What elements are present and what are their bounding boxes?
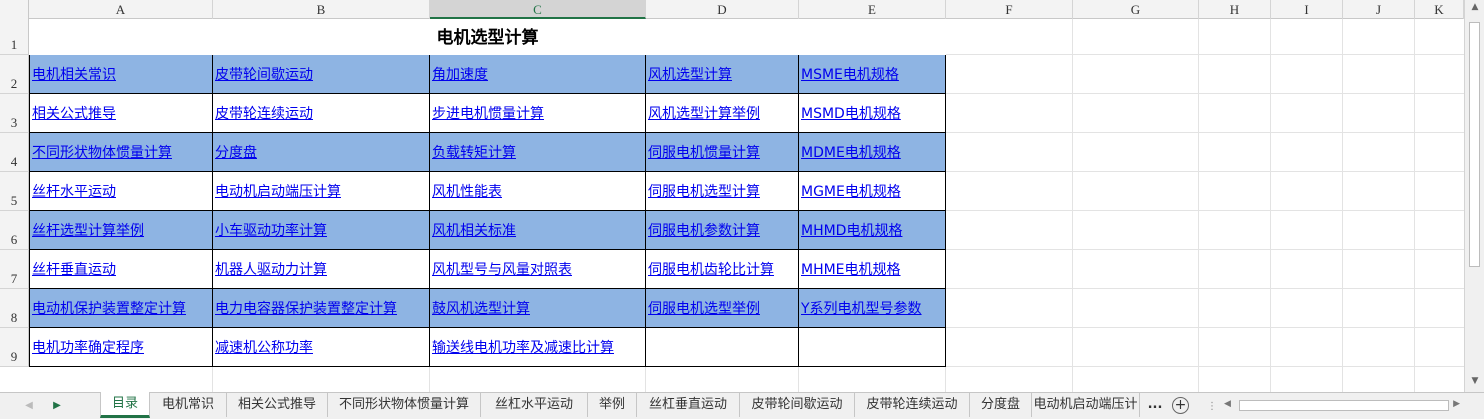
column-header-i[interactable]: I [1271,0,1343,19]
column-header-a[interactable]: A [29,0,213,19]
link-cell-d6[interactable]: 伺服电机参数计算 [646,211,799,250]
link-cell-c3[interactable]: 步进电机惯量计算 [430,94,646,133]
gridline [1198,19,1199,392]
link-cell-a9[interactable]: 电机功率确定程序 [29,328,213,367]
column-header-k[interactable]: K [1415,0,1464,19]
row-header-5[interactable]: 5 [0,172,29,211]
column-header-c[interactable]: C [430,0,646,19]
gridline [1270,19,1271,392]
column-header-g[interactable]: G [1073,0,1199,19]
link-cell-b8[interactable]: 电力电容器保护装置整定计算 [213,289,430,328]
sheet-tab-1[interactable]: 电机常识 [150,393,227,417]
sheet-title: 电机选型计算 [29,19,946,55]
row-header-2[interactable]: 2 [0,55,29,94]
sheet-tab-8[interactable]: 皮带轮连续运动 [855,393,970,417]
sheet-tab-6[interactable]: 丝杠垂直运动 [637,393,740,417]
sheet-tab-10[interactable]: 电动机启动端压计 [1032,393,1140,417]
row-header-4[interactable]: 4 [0,133,29,172]
link-cell-d2[interactable]: 风机选型计算 [646,55,799,94]
link-cell-a4[interactable]: 不同形状物体惯量计算 [29,133,213,172]
link-cell-c8[interactable]: 鼓风机选型计算 [430,289,646,328]
scroll-right-icon[interactable]: ▶ [1453,399,1460,409]
link-cell-d4[interactable]: 伺服电机惯量计算 [646,133,799,172]
link-cell-d9 [646,328,799,367]
horizontal-scrollbar[interactable]: ◀ ▶ [1222,397,1462,414]
column-header-b[interactable]: B [213,0,430,19]
sheet-tab-5[interactable]: 举例 [588,393,637,417]
link-cell-a7[interactable]: 丝杆垂直运动 [29,250,213,289]
link-cell-c5[interactable]: 风机性能表 [430,172,646,211]
row-header-3[interactable]: 3 [0,94,29,133]
link-cell-a5[interactable]: 丝杆水平运动 [29,172,213,211]
sheet-tab-7[interactable]: 皮带轮间歇运动 [740,393,855,417]
sheet-tab-bar: ◀ ▶ 目录 电机常识 相关公式推导 不同形状物体惯量计算 丝杠水平运动 举例 丝杠垂直运动… [0,392,1484,419]
column-header-j[interactable]: J [1343,0,1415,19]
link-cell-d3[interactable]: 风机选型计算举例 [646,94,799,133]
link-cell-e7[interactable]: MHME电机规格 [799,250,946,289]
row-header-8[interactable]: 8 [0,289,29,328]
select-all-corner[interactable] [0,0,29,19]
row-header-1[interactable]: 1 [0,19,29,55]
scroll-down-icon[interactable]: ▼ [1469,376,1481,390]
prev-sheet-icon[interactable]: ◀ [20,397,38,415]
link-cell-d7[interactable]: 伺服电机齿轮比计算 [646,250,799,289]
row-header-7[interactable]: 7 [0,250,29,289]
splitter-icon[interactable]: ⋮ [1207,401,1217,412]
link-cell-e8[interactable]: Y系列电机型号参数 [799,289,946,328]
link-cell-e2[interactable]: MSME电机规格 [799,55,946,94]
link-cell-b2[interactable]: 皮带轮间歇运动 [213,55,430,94]
link-cell-b7[interactable]: 机器人驱动力计算 [213,250,430,289]
link-cell-e6[interactable]: MHMD电机规格 [799,211,946,250]
link-cell-a3[interactable]: 相关公式推导 [29,94,213,133]
vertical-scrollbar[interactable]: ▲ ▼ [1464,0,1484,392]
column-header-e[interactable]: E [799,0,946,19]
link-cell-b5[interactable]: 电动机启动端压计算 [213,172,430,211]
sheet-tab-9[interactable]: 分度盘 [970,393,1032,417]
gridline [1414,19,1415,392]
link-cell-b9[interactable]: 减速机公称功率 [213,328,430,367]
column-header-f[interactable]: F [946,0,1073,19]
scroll-left-icon[interactable]: ◀ [1224,399,1231,409]
link-cell-c7[interactable]: 风机型号与风量对照表 [430,250,646,289]
sheet-tab-3[interactable]: 不同形状物体惯量计算 [328,393,481,417]
link-cell-a6[interactable]: 丝杆选型计算举例 [29,211,213,250]
column-header-d[interactable]: D [646,0,799,19]
horizontal-scroll-thumb[interactable] [1239,400,1449,411]
row-header-6[interactable]: 6 [0,211,29,250]
scroll-up-icon[interactable]: ▲ [1469,2,1481,16]
sheet-tab-0[interactable]: 目录 [100,392,150,418]
gridline [1072,19,1073,392]
link-cell-c9[interactable]: 输送线电机功率及减速比计算 [430,328,646,367]
spreadsheet-grid[interactable]: ABCDEFGHIJK 123456789 电机选型计算 电机相关常识 皮带轮间歇… [0,0,1464,392]
link-cell-b3[interactable]: 皮带轮连续运动 [213,94,430,133]
add-sheet-icon[interactable]: + [1172,397,1189,414]
row-header-9[interactable]: 9 [0,328,29,367]
vertical-scroll-thumb[interactable] [1469,22,1480,267]
link-cell-e3[interactable]: MSMD电机规格 [799,94,946,133]
link-cell-c2[interactable]: 角加速度 [430,55,646,94]
sheet-tab-2[interactable]: 相关公式推导 [227,393,328,417]
more-tabs-icon[interactable]: ... [1145,393,1165,417]
next-sheet-icon[interactable]: ▶ [48,397,66,415]
link-cell-e5[interactable]: MGME电机规格 [799,172,946,211]
link-cell-e9 [799,328,946,367]
link-cell-c6[interactable]: 风机相关标准 [430,211,646,250]
link-cell-c4[interactable]: 负载转矩计算 [430,133,646,172]
gridline [1342,19,1343,392]
link-cell-b6[interactable]: 小车驱动功率计算 [213,211,430,250]
link-cell-a2[interactable]: 电机相关常识 [29,55,213,94]
sheet-tab-4[interactable]: 丝杠水平运动 [481,393,588,417]
link-cell-d8[interactable]: 伺服电机选型举例 [646,289,799,328]
link-cell-e4[interactable]: MDME电机规格 [799,133,946,172]
link-cell-b4[interactable]: 分度盘 [213,133,430,172]
column-header-h[interactable]: H [1199,0,1271,19]
link-cell-a8[interactable]: 电动机保护装置整定计算 [29,289,213,328]
link-cell-d5[interactable]: 伺服电机选型计算 [646,172,799,211]
